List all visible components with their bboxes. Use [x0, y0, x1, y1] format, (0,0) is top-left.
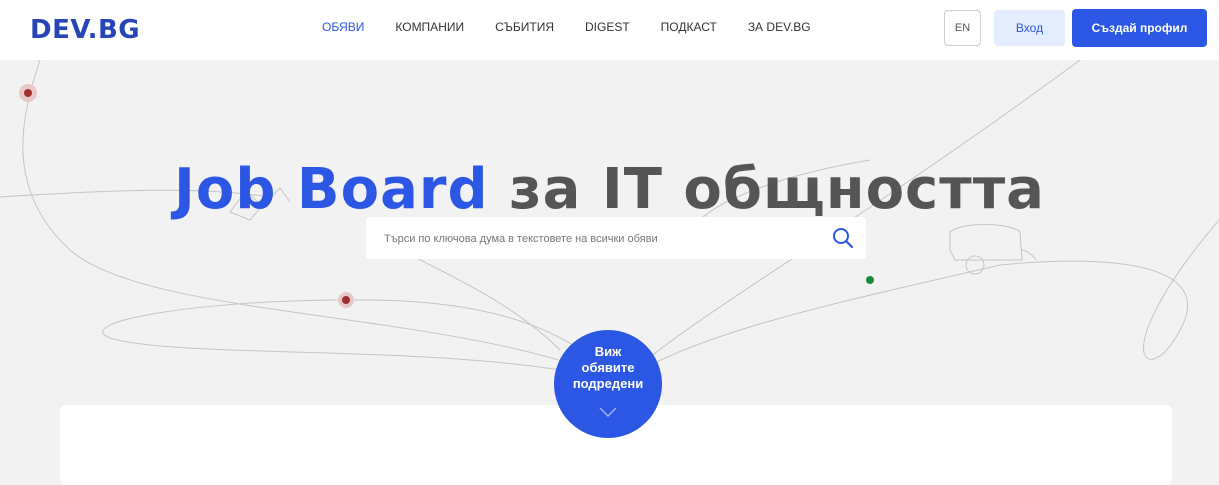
signup-button[interactable]: Създай профил [1072, 9, 1207, 47]
hero-section: Job Board за IT общността Виж обявите по… [0, 60, 1219, 485]
nav-item-events[interactable]: СЪБИТИЯ [495, 19, 554, 35]
search-icon[interactable] [832, 227, 854, 249]
view-sorted-jobs-label: Виж обявите подредени [572, 344, 644, 391]
nav-item-companies[interactable]: КОМПАНИИ [395, 19, 464, 35]
nav-item-about[interactable]: ЗА DEV.BG [748, 19, 811, 35]
language-button[interactable]: EN [944, 10, 981, 46]
hero-title-highlight: Job Board [174, 156, 489, 222]
nav-item-digest[interactable]: DIGEST [585, 19, 630, 35]
login-button[interactable]: Вход [994, 10, 1065, 46]
view-sorted-jobs-button[interactable]: Виж обявите подредени [554, 330, 662, 438]
hero-title-rest: за IT общността [488, 156, 1045, 222]
site-header: DEV.BG ОБЯВИ КОМПАНИИ СЪБИТИЯ DIGEST ПОД… [0, 0, 1219, 60]
chevron-down-icon [599, 407, 617, 418]
hero-title: Job Board за IT общността [0, 156, 1219, 224]
search-box [366, 217, 866, 261]
nav-item-podcast[interactable]: ПОДКАСТ [661, 19, 717, 35]
main-nav: ОБЯВИ КОМПАНИИ СЪБИТИЯ DIGEST ПОДКАСТ ЗА… [322, 19, 811, 35]
search-input[interactable] [382, 217, 816, 261]
logo[interactable]: DEV.BG [30, 16, 140, 44]
nav-item-jobs[interactable]: ОБЯВИ [322, 19, 364, 35]
